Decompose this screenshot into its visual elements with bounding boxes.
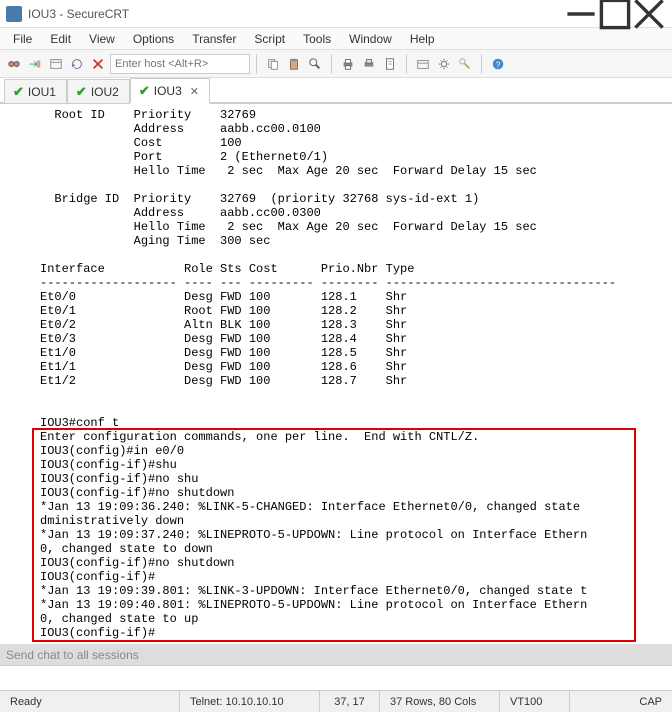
print-screen-icon[interactable] [359,54,379,74]
titlebar: IOU3 - SecureCRT [0,0,672,28]
tab-iou2[interactable]: ✔ IOU2 [67,79,130,103]
tab-label: IOU2 [91,85,119,99]
status-position: 37, 17 [320,691,380,712]
status-cap: CAP [629,691,672,712]
find-icon[interactable] [305,54,325,74]
quick-connect-icon[interactable] [25,54,45,74]
menu-tools[interactable]: Tools [294,30,340,48]
new-tab-icon[interactable] [413,54,433,74]
check-icon: ✔ [139,83,150,99]
status-ready: Ready [0,691,180,712]
menu-help[interactable]: Help [401,30,444,48]
log-icon[interactable] [380,54,400,74]
minimize-button[interactable] [564,3,598,25]
status-size: 37 Rows, 80 Cols [380,691,500,712]
tab-iou1[interactable]: ✔ IOU1 [4,79,67,103]
menu-transfer[interactable]: Transfer [183,30,245,48]
window-title: IOU3 - SecureCRT [28,7,564,21]
status-connection: Telnet: 10.10.10.10 [180,691,320,712]
terminal-output[interactable]: Root ID Priority 32769 Address aabb.cc00… [0,104,672,644]
menu-window[interactable]: Window [340,30,401,48]
check-icon: ✔ [76,84,87,100]
connect-icon[interactable] [4,54,24,74]
svg-text:?: ? [496,60,501,69]
menu-file[interactable]: File [4,30,41,48]
print-icon[interactable] [338,54,358,74]
maximize-button[interactable] [598,3,632,25]
menu-edit[interactable]: Edit [41,30,80,48]
check-icon: ✔ [13,84,24,100]
key-icon[interactable] [455,54,475,74]
chat-hint: Send chat to all sessions [0,644,672,665]
menu-options[interactable]: Options [124,30,183,48]
tab-label: IOU1 [28,85,56,99]
disconnect-icon[interactable] [88,54,108,74]
tab-bar: ✔ IOU1 ✔ IOU2 ✔ IOU3 ✕ [0,78,672,104]
reconnect-icon[interactable] [67,54,87,74]
close-button[interactable] [632,3,666,25]
host-input[interactable] [110,54,250,74]
app-icon [6,6,22,22]
tab-iou3[interactable]: ✔ IOU3 ✕ [130,78,210,104]
menubar: File Edit View Options Transfer Script T… [0,28,672,50]
menu-view[interactable]: View [80,30,124,48]
options-icon[interactable] [434,54,454,74]
help-icon[interactable]: ? [488,54,508,74]
close-icon[interactable]: ✕ [190,85,199,98]
tab-label: IOU3 [154,84,182,98]
copy-icon[interactable] [263,54,283,74]
menu-script[interactable]: Script [245,30,294,48]
toolbar: ? [0,50,672,78]
terminal-area: Root ID Priority 32769 Address aabb.cc00… [0,104,672,644]
statusbar: Ready Telnet: 10.10.10.10 37, 17 37 Rows… [0,690,672,712]
session-manager-icon[interactable] [46,54,66,74]
status-term: VT100 [500,691,570,712]
paste-icon[interactable] [284,54,304,74]
